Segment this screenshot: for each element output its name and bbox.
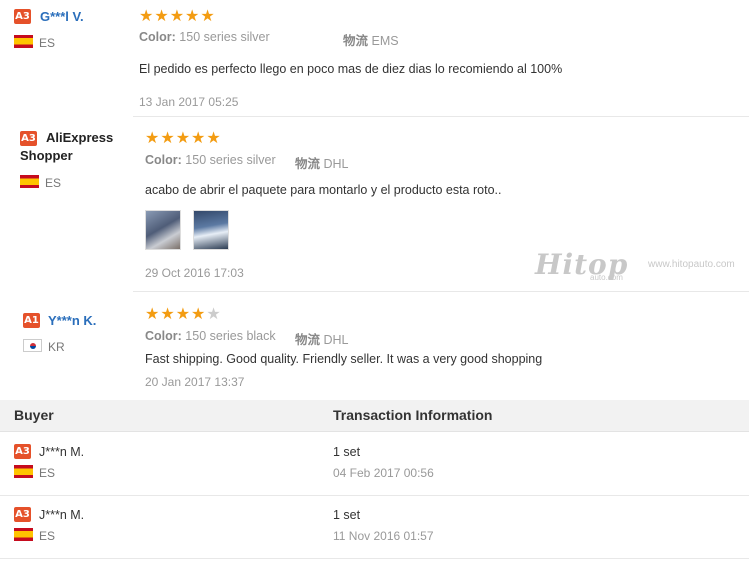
color-label: Color: <box>145 153 182 167</box>
buyer-country: ES <box>45 176 62 190</box>
review-photo-thumbnail[interactable] <box>145 210 181 250</box>
divider <box>133 291 749 292</box>
review-date: 20 Jan 2017 13:37 <box>145 375 245 389</box>
logistics-value: DHL <box>323 333 349 347</box>
color-attribute: Color: 150 series black <box>145 329 276 343</box>
review-text: Fast shipping. Good quality. Friendly se… <box>145 352 543 366</box>
transaction-date: 11 Nov 2016 01:57 <box>333 529 434 543</box>
color-label: Color: <box>139 30 176 44</box>
logistics-attribute: 物流 DHL <box>295 329 349 348</box>
buyer-name[interactable]: AliExpress Shopper <box>20 129 130 165</box>
color-value: 150 series silver <box>185 153 276 167</box>
rating-stars: ★★★★★ <box>145 128 222 148</box>
buyer-name: J***n M. <box>39 508 85 522</box>
buyer-country: ES <box>39 36 56 50</box>
watermark-url: www.hitopauto.com <box>648 259 735 270</box>
divider <box>0 558 749 559</box>
buyer-level-badge: A3 <box>14 9 31 24</box>
spain-flag-icon <box>14 465 33 478</box>
star-empty-icon: ★ <box>206 306 222 323</box>
buyer-country: KR <box>48 340 65 354</box>
rating-stars: ★★★★★ <box>145 304 222 324</box>
buyer-name[interactable]: G***l V. <box>40 9 84 24</box>
logistics-label: 物流 <box>295 333 321 347</box>
buyer-level-badge: A1 <box>23 313 40 328</box>
divider <box>0 495 749 496</box>
korea-flag-icon <box>23 339 42 352</box>
review-text: acabo de abrir el paquete para montarlo … <box>145 183 502 197</box>
buyer-column-header: Buyer <box>14 407 54 423</box>
star-full-icon: ★★★★★ <box>139 8 216 25</box>
logistics-attribute: 物流 EMS <box>343 30 399 49</box>
review-text: El pedido es perfecto llego en poco mas … <box>139 62 563 76</box>
buyer-name[interactable]: Y***n K. <box>48 313 96 328</box>
review-date: 29 Oct 2016 17:03 <box>145 266 244 280</box>
divider <box>0 431 749 432</box>
logistics-value: DHL <box>323 157 349 171</box>
buyer-level-badge: A3 <box>14 507 31 522</box>
spain-flag-icon <box>14 35 33 48</box>
review-photo-thumbnail[interactable] <box>193 210 229 250</box>
spain-flag-icon <box>20 175 39 188</box>
transaction-quantity: 1 set <box>333 445 361 459</box>
color-attribute: Color: 150 series silver <box>139 30 270 44</box>
color-value: 150 series silver <box>179 30 270 44</box>
star-full-icon: ★★★★★ <box>145 130 222 147</box>
logistics-label: 物流 <box>343 34 369 48</box>
review-date: 13 Jan 2017 05:25 <box>139 95 239 109</box>
logistics-value: EMS <box>371 34 399 48</box>
spain-flag-icon <box>14 528 33 541</box>
transaction-date: 04 Feb 2017 00:56 <box>333 466 434 480</box>
transaction-column-header: Transaction Information <box>333 407 493 423</box>
rating-stars: ★★★★★ <box>139 6 216 26</box>
logistics-attribute: 物流 DHL <box>295 153 349 172</box>
buyer-level-badge: A3 <box>14 444 31 459</box>
buyer-country: ES <box>39 466 56 480</box>
logistics-label: 物流 <box>295 157 321 171</box>
transaction-quantity: 1 set <box>333 508 361 522</box>
color-value: 150 series black <box>185 329 276 343</box>
color-attribute: Color: 150 series silver <box>145 153 276 167</box>
color-label: Color: <box>145 329 182 343</box>
divider <box>133 116 749 117</box>
buyer-country: ES <box>39 529 56 543</box>
buyer-name: J***n M. <box>39 445 85 459</box>
watermark-sub: auto.com <box>590 273 623 282</box>
star-full-icon: ★★★★ <box>145 306 207 323</box>
